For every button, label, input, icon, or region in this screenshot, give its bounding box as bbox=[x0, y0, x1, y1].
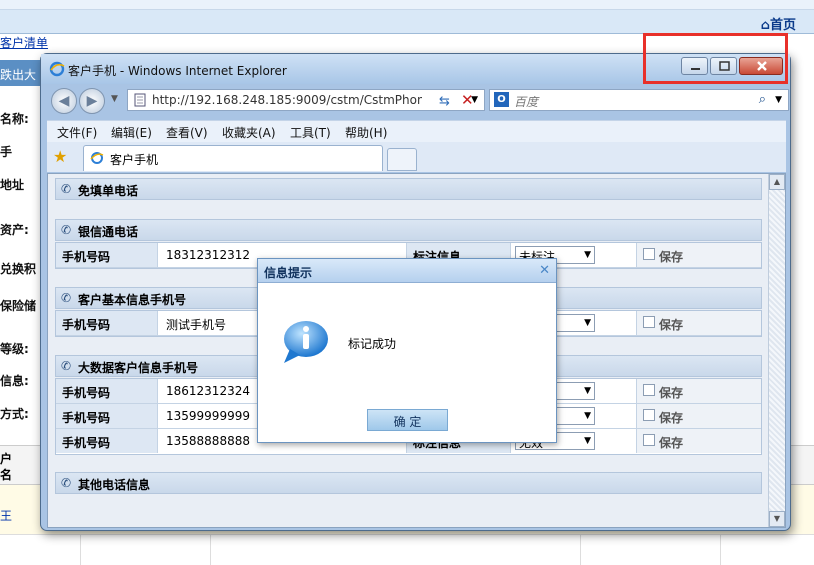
section-yinxin-phone: ✆ 银信通电话 bbox=[55, 219, 762, 241]
search-placeholder: 百度 bbox=[514, 95, 539, 109]
page-header-bar bbox=[0, 10, 814, 34]
vertical-scrollbar[interactable]: ▲ ▼ bbox=[768, 174, 785, 527]
scroll-down-icon[interactable]: ▼ bbox=[769, 511, 785, 527]
chevron-down-icon: ▼ bbox=[584, 436, 591, 446]
phone-icon: ✆ bbox=[61, 182, 72, 196]
dialog-title[interactable]: 信息提示 ✕ bbox=[258, 259, 556, 283]
back-button[interactable]: ◀ bbox=[51, 88, 77, 114]
highlight-box bbox=[643, 33, 788, 84]
address-bar: ◀ ▶ ▼ http://192.168.248.185:9009/cstm/C… bbox=[47, 86, 789, 116]
save-cell: 保存 bbox=[636, 429, 761, 453]
ie-tab-icon bbox=[90, 151, 104, 168]
save-checkbox[interactable] bbox=[643, 248, 655, 260]
page-top-strip bbox=[0, 0, 814, 10]
forward-button[interactable]: ▶ bbox=[79, 88, 105, 114]
search-icon[interactable]: ⌕ bbox=[759, 92, 766, 107]
phone-icon: ✆ bbox=[61, 291, 72, 305]
search-dropdown-icon[interactable]: ▼ bbox=[775, 95, 782, 105]
phone-label: 手机号码 bbox=[56, 243, 158, 267]
url-input[interactable]: http://192.168.248.185:9009/cstm/CstmPho… bbox=[127, 89, 485, 111]
bg-label: 方式: bbox=[0, 407, 29, 421]
save-button[interactable]: 保存 bbox=[659, 384, 683, 401]
ok-button[interactable]: 确 定 bbox=[367, 409, 448, 431]
bg-label: 地址 bbox=[0, 178, 25, 192]
back-arrow-icon: ◀ bbox=[58, 93, 70, 109]
bg-cell: 王 bbox=[0, 509, 13, 523]
phone-icon: ✆ bbox=[61, 359, 72, 373]
menu-help[interactable]: 帮助(H) bbox=[345, 124, 387, 141]
save-checkbox[interactable] bbox=[643, 384, 655, 396]
save-button[interactable]: 保存 bbox=[659, 434, 683, 451]
menu-edit[interactable]: 编辑(E) bbox=[111, 124, 152, 141]
info-bubble-icon bbox=[280, 319, 330, 368]
scroll-up-icon[interactable]: ▲ bbox=[769, 174, 785, 190]
home-link[interactable]: ⌂首页 bbox=[761, 14, 796, 33]
search-input[interactable]: O 百度 ⌕ ▼ bbox=[489, 89, 789, 111]
bg-label: 保险储 bbox=[0, 299, 37, 313]
info-dialog: 信息提示 ✕ 标记成功 确 定 bbox=[257, 258, 557, 443]
menu-favorites[interactable]: 收藏夹(A) bbox=[222, 124, 276, 141]
save-button[interactable]: 保存 bbox=[659, 409, 683, 426]
save-checkbox[interactable] bbox=[643, 434, 655, 446]
bg-label: 等级: bbox=[0, 342, 29, 356]
ie-logo-icon bbox=[49, 61, 65, 80]
bg-col-header: 名 bbox=[0, 468, 13, 482]
phone-icon: ✆ bbox=[61, 476, 72, 490]
window-title: 客户手机 - Windows Internet Explorer bbox=[68, 64, 287, 78]
section-other-phone: ✆ 其他电话信息 bbox=[55, 472, 762, 494]
save-cell: 保存 bbox=[636, 243, 761, 267]
bg-label: 信息: bbox=[0, 374, 29, 388]
history-dropdown-icon[interactable]: ▼ bbox=[111, 94, 118, 104]
bg-label: 资产: bbox=[0, 223, 29, 237]
tab-customer-phone[interactable]: 客户手机 bbox=[83, 145, 383, 171]
grid-line bbox=[210, 535, 211, 565]
favorites-star-icon[interactable]: ★ bbox=[53, 147, 67, 166]
tab-bar: ★ 客户手机 bbox=[47, 142, 786, 172]
tab-label: 客户手机 bbox=[110, 153, 159, 167]
menu-bar: 文件(F) 编辑(E) 查看(V) 收藏夹(A) 工具(T) 帮助(H) bbox=[47, 120, 786, 142]
background-strip: 跌出大 bbox=[0, 60, 40, 86]
menu-file[interactable]: 文件(F) bbox=[57, 124, 97, 141]
save-cell: 保存 bbox=[636, 311, 761, 335]
save-button[interactable]: 保存 bbox=[659, 316, 683, 333]
phone-label: 手机号码 bbox=[56, 311, 158, 335]
grid-line bbox=[580, 535, 581, 565]
section-free-phone: ✆ 免填单电话 bbox=[55, 178, 762, 200]
search-provider-icon: O bbox=[494, 92, 509, 107]
phone-label: 手机号码 bbox=[56, 429, 158, 453]
bg-label: 名称: bbox=[0, 112, 29, 126]
phone-label: 手机号码 bbox=[56, 404, 158, 428]
save-cell: 保存 bbox=[636, 379, 761, 403]
breadcrumb-link[interactable]: 客户清单 bbox=[0, 34, 48, 51]
chevron-down-icon: ▼ bbox=[584, 386, 591, 396]
dialog-close-icon[interactable]: ✕ bbox=[539, 263, 550, 278]
menu-tools[interactable]: 工具(T) bbox=[290, 124, 331, 141]
stop-icon[interactable]: ✕ bbox=[461, 91, 474, 109]
save-cell: 保存 bbox=[636, 404, 761, 428]
dialog-message: 标记成功 bbox=[348, 337, 397, 351]
save-checkbox[interactable] bbox=[643, 316, 655, 328]
page-icon bbox=[133, 93, 147, 110]
save-button[interactable]: 保存 bbox=[659, 248, 683, 265]
grid-line bbox=[720, 535, 721, 565]
new-tab-button[interactable] bbox=[387, 148, 417, 171]
chevron-down-icon: ▼ bbox=[584, 411, 591, 421]
url-text: http://192.168.248.185:9009/cstm/CstmPho… bbox=[152, 93, 422, 107]
home-icon: ⌂ bbox=[760, 18, 770, 33]
chevron-down-icon: ▼ bbox=[584, 318, 591, 328]
grid-line bbox=[80, 535, 81, 565]
chevron-down-icon: ▼ bbox=[584, 250, 591, 260]
refresh-icon[interactable]: ⇆ bbox=[439, 94, 450, 109]
phone-icon: ✆ bbox=[61, 223, 72, 237]
menu-view[interactable]: 查看(V) bbox=[166, 124, 208, 141]
bg-label: 手 bbox=[0, 145, 13, 159]
bg-label: 兑换积 bbox=[0, 262, 37, 276]
forward-arrow-icon: ▶ bbox=[86, 93, 98, 109]
save-checkbox[interactable] bbox=[643, 409, 655, 421]
phone-label: 手机号码 bbox=[56, 379, 158, 403]
bg-col-header: 户 bbox=[0, 452, 13, 466]
